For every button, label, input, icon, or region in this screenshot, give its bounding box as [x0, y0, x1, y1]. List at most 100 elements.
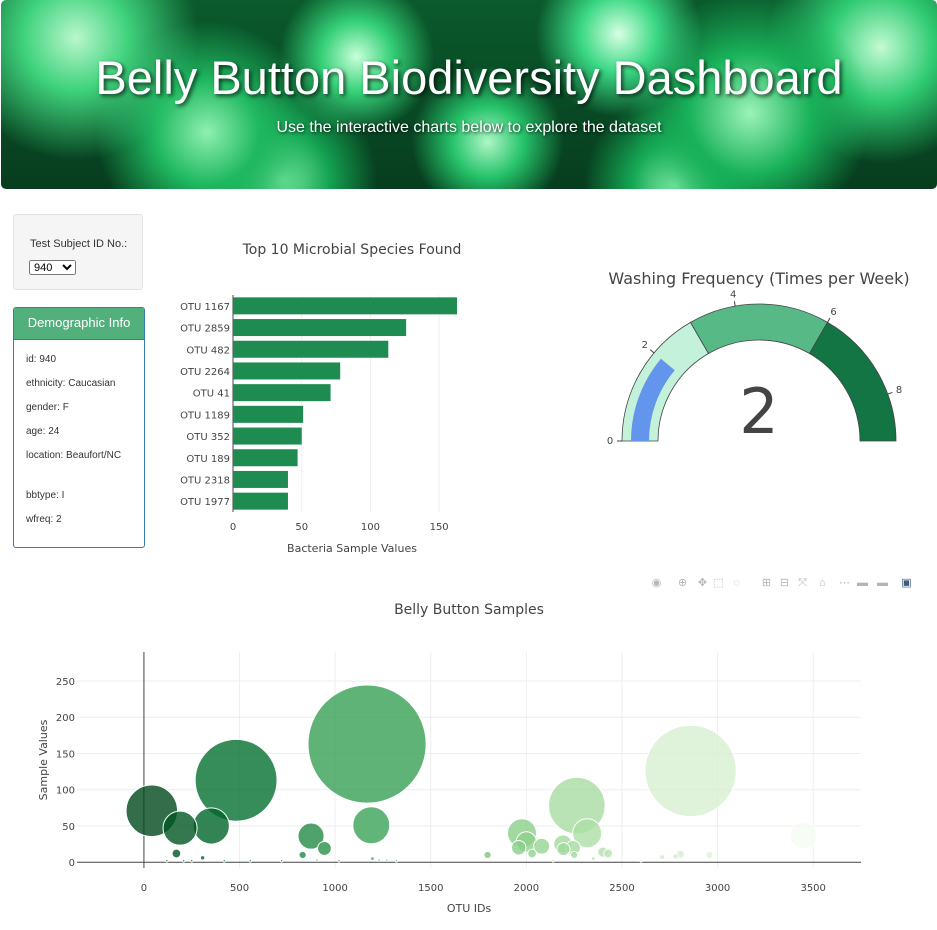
bar-x-tick-label: 0 — [230, 522, 236, 533]
bubble — [483, 850, 492, 860]
bubble-x-tick-label: 3000 — [705, 883, 730, 894]
bar — [233, 297, 458, 315]
bubble — [672, 853, 679, 860]
bar-y-tick-label: OTU 41 — [193, 389, 230, 400]
plotly-logo-icon[interactable]: ▣ — [900, 577, 913, 590]
bubble — [162, 810, 198, 846]
bar — [233, 362, 341, 380]
bubble-y-tick-label: 150 — [56, 749, 75, 760]
zoom-in-icon[interactable]: ⊞ — [760, 577, 773, 590]
bubble — [527, 848, 537, 859]
subject-id-select[interactable]: 940 — [29, 260, 76, 275]
bubble — [644, 724, 737, 818]
autoscale-icon[interactable]: ⤧ — [796, 577, 809, 590]
bubble — [570, 850, 579, 860]
bar-y-tick-label: OTU 2264 — [180, 367, 230, 378]
bubble-x-tick-label: 2500 — [609, 883, 634, 894]
bubble — [590, 856, 596, 861]
bubble-y-tick-label: 100 — [56, 786, 75, 797]
gauge-value-label: 2 — [739, 375, 778, 448]
zoom-icon[interactable]: ⊕ — [676, 577, 689, 590]
gauge-tick-label: 6 — [830, 307, 836, 318]
bubble-x-axis-title: OTU IDs — [447, 902, 492, 915]
bar — [233, 427, 302, 445]
bubble — [279, 859, 284, 863]
pan-icon[interactable]: ✥ — [696, 577, 709, 590]
bubble-chart[interactable]: Belly Button Samples0501001502002500 500 1… — [0, 595, 937, 925]
bubble — [337, 859, 341, 863]
bar-y-tick-label: OTU 1189 — [180, 410, 230, 421]
bar — [233, 492, 288, 510]
gauge-step — [808, 321, 897, 442]
hover-closest-icon[interactable]: ▬ — [856, 577, 869, 590]
subject-selector-label: Test Subject ID No.: — [30, 238, 128, 250]
demographic-panel-title: Demographic Info — [14, 308, 144, 340]
demographic-item: bbtype: I — [26, 490, 65, 501]
bar-x-tick-label: 150 — [430, 522, 449, 533]
bubble — [315, 858, 319, 862]
bubble — [248, 859, 252, 863]
bubble — [789, 821, 818, 850]
bubble — [394, 859, 399, 863]
home-icon[interactable]: ⌂ — [816, 577, 829, 590]
spike-lines-icon[interactable]: ⋯ — [838, 577, 851, 590]
bar-x-axis-title: Bacteria Sample Values — [287, 542, 417, 555]
bar — [233, 384, 331, 402]
bubble — [603, 848, 614, 859]
demographic-panel: Demographic Info id: 940 ethnicity: Cauc… — [13, 307, 145, 548]
bubble — [385, 858, 389, 862]
bubble — [377, 858, 381, 862]
subject-selector-well: Test Subject ID No.: 940 — [13, 214, 143, 290]
bubble — [317, 841, 332, 856]
bar-y-tick-label: OTU 2318 — [180, 475, 230, 486]
bubble — [551, 859, 555, 863]
bubble-x-tick-label: 1500 — [418, 883, 443, 894]
bubble-y-tick-label: 50 — [62, 822, 75, 833]
bubble — [165, 859, 169, 863]
bubble — [199, 855, 206, 861]
bubble — [556, 842, 571, 857]
gauge-tick-label: 8 — [896, 385, 902, 396]
demographic-item: wfreq: 2 — [26, 514, 62, 525]
bubble — [659, 854, 666, 861]
bar-y-tick-label: OTU 482 — [186, 345, 230, 356]
wash-frequency-gauge[interactable]: Washing Frequency (Times per Week) 0 2 4 6 8 2 — [590, 255, 935, 465]
gauge-tick-label: 0 — [607, 436, 613, 447]
camera-icon[interactable]: ◉ — [650, 577, 663, 590]
plot-modebar: ◉ ⊕ ✥ ⬚ ◌ ⊞ ⊟ ⤧ ⌂ ⋯ ▬ ▬ ▣ — [650, 577, 925, 591]
bar — [233, 405, 304, 423]
bubble — [190, 859, 194, 863]
demographic-item: ethnicity: Caucasian — [26, 378, 116, 389]
page-subtitle: Use the interactive charts below to expl… — [276, 119, 662, 136]
bubble — [705, 850, 714, 860]
bar — [233, 319, 407, 337]
bar — [233, 340, 389, 358]
bubble-x-tick-label: 0 — [141, 883, 147, 894]
bubble — [171, 848, 182, 859]
box-select-icon[interactable]: ⬚ — [712, 577, 725, 590]
demographic-item: id: 940 — [26, 354, 57, 365]
bubble — [352, 806, 391, 845]
bubble-x-tick-label: 1000 — [322, 883, 347, 894]
bar-y-tick-label: OTU 352 — [186, 432, 230, 443]
bar-y-tick-label: OTU 1167 — [180, 302, 230, 313]
bubble — [222, 859, 226, 863]
top10-bar-chart[interactable]: Top 10 Microbial Species Found 0 50 100 150 O… — [150, 230, 480, 565]
demographic-item: gender: F — [26, 402, 69, 413]
gauge-tick — [827, 317, 831, 323]
bar-chart-title: Top 10 Microbial Species Found — [242, 242, 462, 258]
bar — [233, 449, 298, 467]
bubble-x-tick-label: 2000 — [514, 883, 539, 894]
gauge-tick-label: 2 — [642, 340, 648, 351]
zoom-out-icon[interactable]: ⊟ — [778, 577, 791, 590]
bubble-y-tick-label: 0 — [69, 858, 75, 869]
gauge-tick — [733, 301, 736, 307]
bubble — [192, 807, 230, 845]
bubble-x-tick-label: 3500 — [800, 883, 825, 894]
page-title: Belly Button Biodiversity Dashboard — [95, 51, 843, 104]
lasso-icon[interactable]: ◌ — [730, 577, 743, 590]
bubble-y-axis-title: Sample Values — [37, 719, 50, 800]
hover-compare-icon[interactable]: ▬ — [876, 577, 889, 590]
gauge-tick — [649, 349, 655, 354]
bubble — [639, 859, 643, 863]
